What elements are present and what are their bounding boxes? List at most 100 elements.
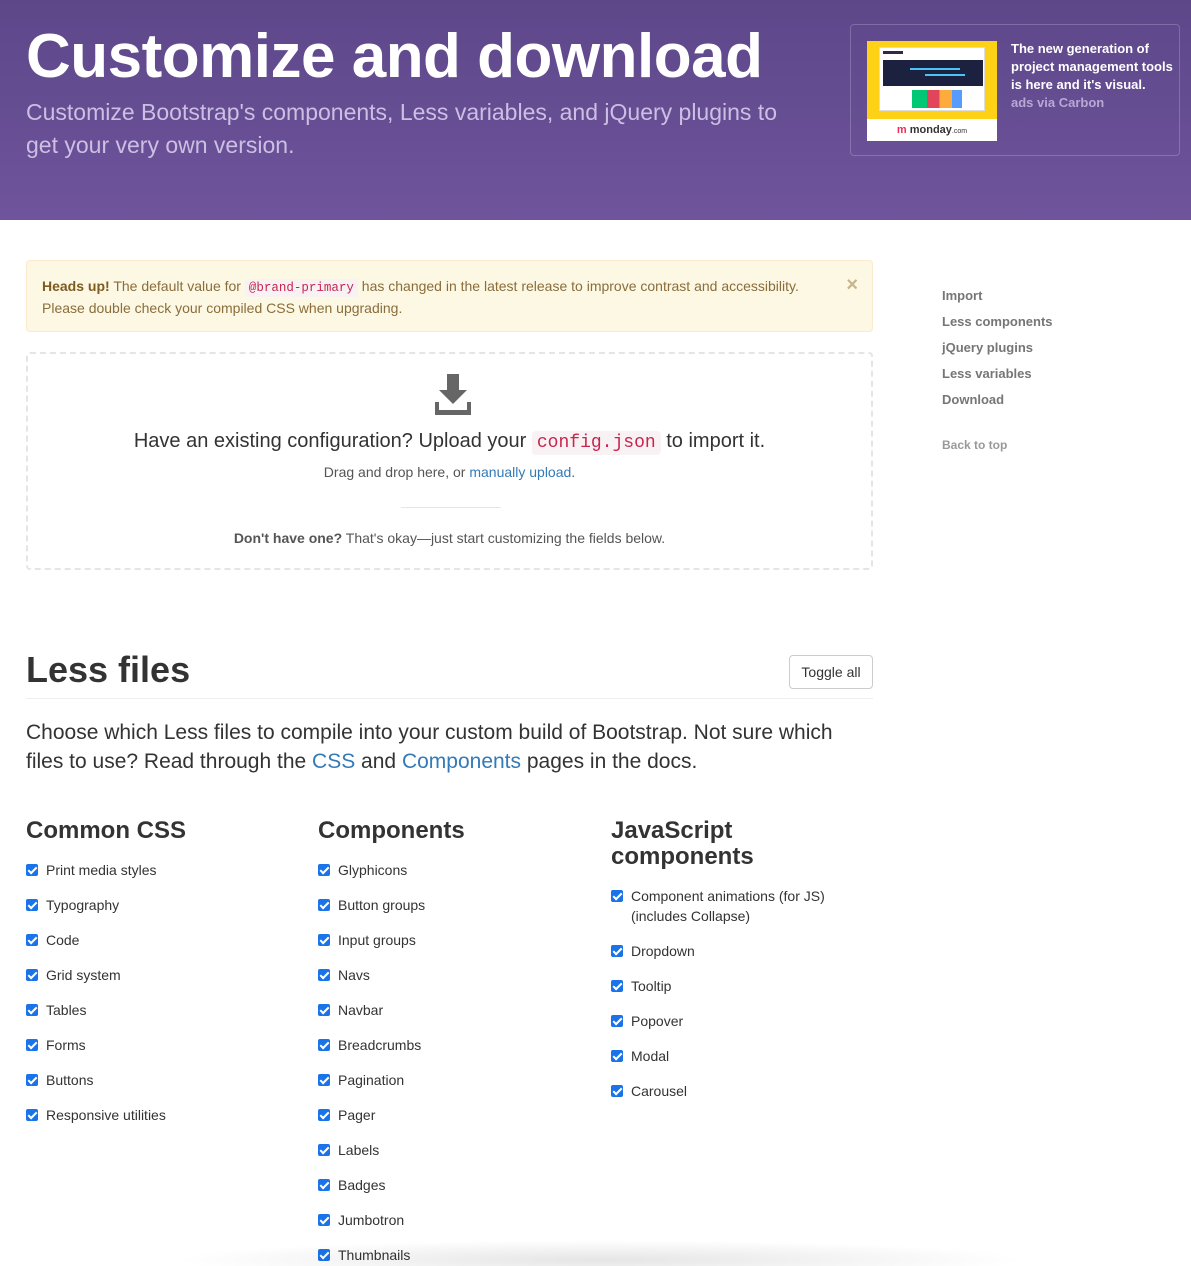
checkbox-item[interactable]: Jumbotron xyxy=(318,1210,578,1230)
checkbox-item[interactable]: Pagination xyxy=(318,1070,578,1090)
page-subtitle: Customize Bootstrap's components, Less v… xyxy=(26,99,777,158)
checkbox-label: Grid system xyxy=(46,967,121,983)
import-drop-zone[interactable]: Have an existing configuration? Upload y… xyxy=(26,352,873,570)
ad-brand-logo: m monday.com xyxy=(867,119,997,141)
checkbox-checked-icon[interactable] xyxy=(611,1085,623,1097)
checkbox-checked-icon[interactable] xyxy=(611,1050,623,1062)
checkbox-item[interactable]: Tooltip xyxy=(611,976,841,996)
checkbox-item[interactable]: Navbar xyxy=(318,1000,578,1020)
components-column: Components Glyphicons Button groups Input … xyxy=(318,818,578,1266)
less-files-title: Less files xyxy=(26,649,191,690)
divider xyxy=(401,507,501,508)
column-title: Components xyxy=(318,817,465,844)
checkbox-item[interactable]: Print media styles xyxy=(26,860,286,880)
checkbox-label: Navs xyxy=(338,967,370,983)
checkbox-checked-icon[interactable] xyxy=(318,934,330,946)
checkbox-item[interactable]: Thumbnails xyxy=(318,1245,578,1265)
checkbox-checked-icon[interactable] xyxy=(611,945,623,957)
ad-text[interactable]: The new generation of project management… xyxy=(1011,40,1176,94)
checkbox-item[interactable]: Popover xyxy=(611,1011,841,1031)
checkbox-checked-icon[interactable] xyxy=(318,1039,330,1051)
checkbox-checked-icon[interactable] xyxy=(611,980,623,992)
side-nav: Import Less components jQuery plugins Le… xyxy=(942,283,1142,458)
checkbox-checked-icon[interactable] xyxy=(26,1074,38,1086)
checkbox-label: Jumbotron xyxy=(338,1212,405,1228)
ad-screenshot xyxy=(879,47,985,111)
javascript-components-column: JavaScript components Component animatio… xyxy=(611,818,841,1116)
sidenav-item-download[interactable]: Download xyxy=(942,387,1142,413)
ad-image[interactable]: m monday.com xyxy=(867,41,997,141)
sidenav-item-import[interactable]: Import xyxy=(942,283,1142,309)
checkbox-checked-icon[interactable] xyxy=(318,1004,330,1016)
import-heading: Have an existing configuration? Upload y… xyxy=(133,430,766,455)
column-title: JavaScript components xyxy=(611,817,754,870)
checkbox-item[interactable]: Navs xyxy=(318,965,578,985)
checkbox-checked-icon[interactable] xyxy=(26,899,38,911)
checkbox-label: Print media styles xyxy=(46,862,157,878)
checkbox-item[interactable]: Badges xyxy=(318,1175,578,1195)
checkbox-checked-icon[interactable] xyxy=(611,1015,623,1027)
checkbox-label: Forms xyxy=(46,1037,86,1053)
checkbox-label: Input groups xyxy=(338,932,416,948)
checkbox-item[interactable]: Button groups xyxy=(318,895,578,915)
checkbox-item[interactable]: Dropdown xyxy=(611,941,841,961)
checkbox-label: Component animations (for JS) (includes … xyxy=(631,888,825,924)
sidenav-item-less-variables[interactable]: Less variables xyxy=(942,361,1142,387)
sidenav-item-jquery-plugins[interactable]: jQuery plugins xyxy=(942,335,1142,361)
sidenav-item-less-components[interactable]: Less components xyxy=(942,309,1142,335)
checkbox-label: Typography xyxy=(46,897,120,913)
checkbox-item[interactable]: Input groups xyxy=(318,930,578,950)
checkbox-checked-icon[interactable] xyxy=(318,1249,330,1261)
checkbox-item[interactable]: Typography xyxy=(26,895,286,915)
checkbox-label: Pagination xyxy=(338,1072,405,1088)
checkbox-checked-icon[interactable] xyxy=(611,890,623,902)
checkbox-checked-icon[interactable] xyxy=(26,1004,38,1016)
checkbox-checked-icon[interactable] xyxy=(318,1109,330,1121)
checkbox-item[interactable]: Buttons xyxy=(26,1070,286,1090)
checkbox-item[interactable]: Component animations (for JS) (includes … xyxy=(611,886,841,926)
checkbox-item[interactable]: Tables xyxy=(26,1000,286,1020)
checkbox-item[interactable]: Carousel xyxy=(611,1081,841,1101)
checkbox-item[interactable]: Code xyxy=(26,930,286,950)
checkbox-item[interactable]: Modal xyxy=(611,1046,841,1066)
download-icon xyxy=(435,374,471,415)
config-json-code: config.json xyxy=(531,431,661,455)
less-files-header: Less files Toggle all xyxy=(26,648,873,699)
checkbox-checked-icon[interactable] xyxy=(26,934,38,946)
checkbox-item[interactable]: Glyphicons xyxy=(318,860,578,880)
checkbox-label: Tooltip xyxy=(631,978,672,994)
checkbox-item[interactable]: Breadcrumbs xyxy=(318,1035,578,1055)
checkbox-item[interactable]: Labels xyxy=(318,1140,578,1160)
checkbox-checked-icon[interactable] xyxy=(26,864,38,876)
checkbox-label: Modal xyxy=(631,1048,670,1064)
checkbox-checked-icon[interactable] xyxy=(318,899,330,911)
checkbox-label: Buttons xyxy=(46,1072,94,1088)
checkbox-item[interactable]: Pager xyxy=(318,1105,578,1125)
bottom-shadow xyxy=(170,1240,1030,1266)
back-to-top-link[interactable]: Back to top xyxy=(942,432,1142,458)
checkbox-checked-icon[interactable] xyxy=(26,969,38,981)
components-docs-link[interactable]: Components xyxy=(402,750,521,773)
checkbox-item[interactable]: Forms xyxy=(26,1035,286,1055)
checkbox-label: Pager xyxy=(338,1107,376,1123)
carbon-ad[interactable]: m monday.com The new generation of proje… xyxy=(850,24,1180,156)
manual-upload-link[interactable]: manually upload xyxy=(469,464,571,480)
checkbox-item[interactable]: Grid system xyxy=(26,965,286,985)
checkbox-checked-icon[interactable] xyxy=(318,969,330,981)
toggle-all-button[interactable]: Toggle all xyxy=(789,655,873,689)
checkbox-checked-icon[interactable] xyxy=(318,1214,330,1226)
checkbox-checked-icon[interactable] xyxy=(318,1074,330,1086)
checkbox-checked-icon[interactable] xyxy=(318,1144,330,1156)
checkbox-checked-icon[interactable] xyxy=(26,1039,38,1051)
checkbox-checked-icon[interactable] xyxy=(26,1109,38,1121)
ad-via-link[interactable]: ads via Carbon xyxy=(1011,95,1104,110)
css-docs-link[interactable]: CSS xyxy=(312,750,355,773)
less-files-lead: Choose which Less files to compile into … xyxy=(26,721,833,773)
checkbox-item[interactable]: Responsive utilities xyxy=(26,1105,286,1125)
checkbox-checked-icon[interactable] xyxy=(318,1179,330,1191)
close-icon[interactable]: × xyxy=(846,275,858,295)
checkbox-label: Code xyxy=(46,932,80,948)
checkbox-label: Breadcrumbs xyxy=(338,1037,422,1053)
drag-drop-text: Drag and drop here, or manually upload. xyxy=(323,464,576,480)
checkbox-checked-icon[interactable] xyxy=(318,864,330,876)
